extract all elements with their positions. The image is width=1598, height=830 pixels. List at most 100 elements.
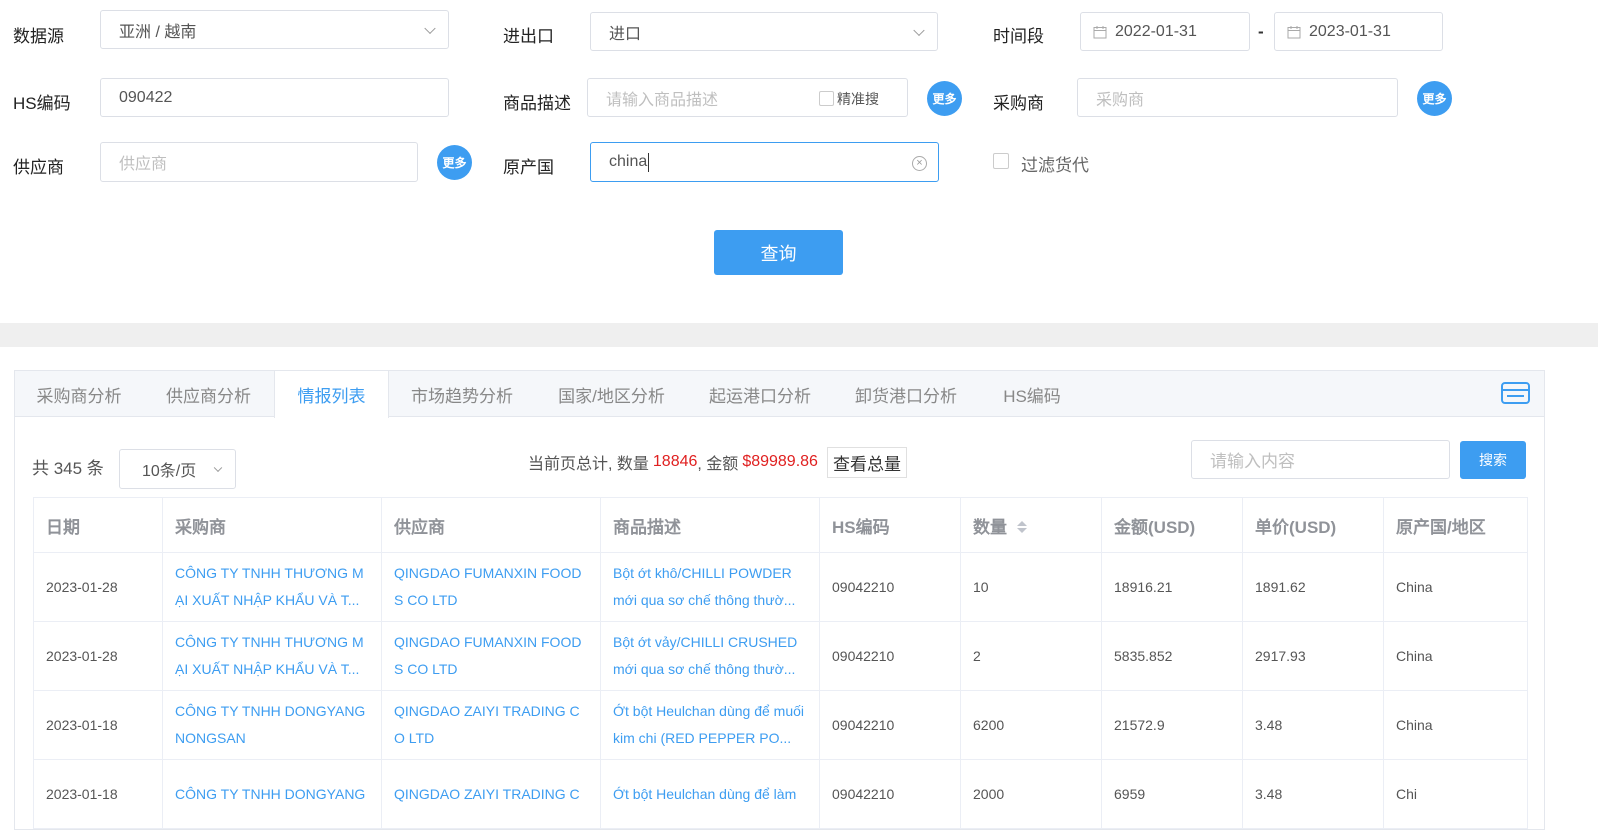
content-search-input[interactable]: 请输入内容 (1191, 440, 1450, 479)
content-search-placeholder: 请输入内容 (1210, 452, 1295, 471)
goods-desc-placeholder: 请输入商品描述 (606, 91, 719, 109)
table-header: 日期 采购商 供应商 商品描述 HS编码 数量 金额(USD) 单价(USD) … (33, 497, 1528, 553)
cell-buyer-text[interactable]: CÔNG TY TNHH THƯƠNG MẠI XUẤT NHẬP KHẨU V… (175, 629, 369, 683)
cell-date: 2023-01-28 (33, 552, 163, 622)
page-summary: 当前页总计, 数量 18846 , 金额 $89989.86 查看总量 (528, 446, 907, 478)
goods-desc-input[interactable]: 请输入商品描述 精准搜 (587, 78, 908, 117)
cell-description[interactable]: Ớt bột Heulchan dùng để làm (600, 759, 820, 829)
col-origin: 原产国/地区 (1383, 497, 1528, 553)
cell-origin: Chi (1383, 759, 1528, 829)
cell-buyer[interactable]: CÔNG TY TNHH THƯƠNG MẠI XUẤT NHẬP KHẨU V… (162, 552, 382, 622)
hs-code-input[interactable]: 090422 (100, 78, 449, 117)
cell-buyer[interactable]: CÔNG TY TNHH DONGYANG (162, 759, 382, 829)
tab-departure-port[interactable]: 起运港口分析 (688, 371, 832, 417)
origin-input[interactable]: china × (590, 142, 939, 182)
cell-supplier-text[interactable]: QINGDAO ZAIYI TRADING CO LTD (394, 698, 588, 752)
cell-origin: China (1383, 690, 1528, 760)
cell-amount: 5835.852 (1101, 621, 1243, 691)
supplier-placeholder: 供应商 (119, 156, 168, 173)
exact-search-checkbox[interactable] (819, 91, 834, 106)
section-divider (0, 323, 1598, 347)
cell-description[interactable]: Ớt bột Heulchan dùng để muối kim chi (RE… (600, 690, 820, 760)
tab-country-analysis[interactable]: 国家/地区分析 (535, 371, 688, 417)
cell-buyer-text[interactable]: CÔNG TY TNHH DONGYANG NONGSAN (175, 698, 369, 752)
cell-buyer-text[interactable]: CÔNG TY TNHH DONGYANG (175, 781, 369, 808)
cell-hs-code: 09042210 (819, 621, 961, 691)
cell-quantity: 10 (960, 552, 1102, 622)
results-table: 日期 采购商 供应商 商品描述 HS编码 数量 金额(USD) 单价(USD) … (33, 497, 1528, 829)
cell-buyer-text[interactable]: CÔNG TY TNHH THƯƠNG MẠI XUẤT NHẬP KHẨU V… (175, 560, 369, 614)
chevron-down-icon (913, 24, 925, 36)
cell-unit-price: 3.48 (1242, 759, 1384, 829)
goods-desc-more-button[interactable]: 更多 (927, 81, 962, 116)
origin-label: 原产国 (503, 158, 554, 177)
cell-origin: China (1383, 621, 1528, 691)
col-description: 商品描述 (600, 497, 820, 553)
cell-date: 2023-01-28 (33, 621, 163, 691)
period-label: 时间段 (993, 27, 1044, 46)
end-date-input[interactable]: 2023-01-31 (1274, 12, 1443, 51)
col-quantity[interactable]: 数量 (960, 497, 1102, 553)
cell-supplier-text[interactable]: QINGDAO FUMANXIN FOODS CO LTD (394, 560, 588, 614)
cell-description-text[interactable]: Ớt bột Heulchan dùng để muối kim chi (RE… (613, 698, 807, 752)
date-separator: - (1258, 22, 1264, 41)
cell-hs-code: 09042210 (819, 759, 961, 829)
col-quantity-label: 数量 (973, 517, 1007, 537)
buyer-input[interactable]: 采购商 (1077, 78, 1398, 117)
sort-icon[interactable] (1016, 520, 1028, 534)
supplier-label: 供应商 (13, 158, 64, 177)
cell-description-text[interactable]: Ớt bột Heulchan dùng để làm (613, 781, 807, 808)
cell-description-text[interactable]: Bột ớt khô/CHILLI POWDER mới qua sơ chế … (613, 560, 807, 614)
col-amount: 金额(USD) (1101, 497, 1243, 553)
tab-hs-code[interactable]: HS编码 (980, 371, 1084, 417)
cell-description[interactable]: Bột ớt vảy/CHILLI CRUSHED mới qua sơ chế… (600, 621, 820, 691)
tab-supplier-analysis[interactable]: 供应商分析 (143, 371, 274, 417)
tab-market-trend[interactable]: 市场趋势分析 (389, 371, 535, 417)
supplier-input[interactable]: 供应商 (100, 142, 418, 182)
cell-quantity: 6200 (960, 690, 1102, 760)
cell-description-text[interactable]: Bột ớt vảy/CHILLI CRUSHED mới qua sơ chế… (613, 629, 807, 683)
supplier-more-button[interactable]: 更多 (437, 145, 472, 180)
search-button[interactable]: 搜索 (1460, 441, 1526, 479)
cell-unit-price: 1891.62 (1242, 552, 1384, 622)
page-amount: $89989.86 (742, 453, 818, 470)
cell-unit-price: 2917.93 (1242, 621, 1384, 691)
cell-supplier[interactable]: QINGDAO FUMANXIN FOODS CO LTD (381, 552, 601, 622)
cell-supplier[interactable]: QINGDAO ZAIYI TRADING CO LTD (381, 690, 601, 760)
page-total-prefix: 当前页总计, 数量 (528, 456, 649, 473)
buyer-more-button[interactable]: 更多 (1417, 81, 1452, 116)
import-export-select[interactable]: 进口 (590, 12, 938, 51)
datasource-label: 数据源 (13, 27, 64, 46)
clear-icon[interactable]: × (912, 156, 927, 171)
cell-description[interactable]: Bột ớt khô/CHILLI POWDER mới qua sơ chế … (600, 552, 820, 622)
cell-supplier[interactable]: QINGDAO ZAIYI TRADING C (381, 759, 601, 829)
cell-supplier-text[interactable]: QINGDAO FUMANXIN FOODS CO LTD (394, 629, 588, 683)
page-size-select[interactable]: 10条/页 (119, 449, 236, 489)
filter-forwarder-checkbox[interactable] (993, 153, 1009, 169)
tab-bar: 采购商分析 供应商分析 情报列表 市场趋势分析 国家/地区分析 起运港口分析 卸… (15, 371, 1544, 418)
datasource-select[interactable]: 亚洲 / 越南 (100, 10, 449, 49)
cell-supplier[interactable]: QINGDAO FUMANXIN FOODS CO LTD (381, 621, 601, 691)
tab-intel-list[interactable]: 情报列表 (274, 371, 389, 418)
buyer-label: 采购商 (993, 94, 1044, 113)
end-date-value: 2023-01-31 (1309, 22, 1391, 40)
amount-prefix: , 金额 (697, 456, 739, 473)
col-buyer: 采购商 (162, 497, 382, 553)
cell-unit-price: 3.48 (1242, 690, 1384, 760)
text-cursor (648, 152, 650, 172)
cell-buyer[interactable]: CÔNG TY TNHH DONGYANG NONGSAN (162, 690, 382, 760)
table-row: 2023-01-18 CÔNG TY TNHH DONGYANG NONGSAN… (33, 690, 1528, 760)
tab-arrival-port[interactable]: 卸货港口分析 (832, 371, 980, 417)
tab-buyer-analysis[interactable]: 采购商分析 (15, 371, 143, 417)
start-date-input[interactable]: 2022-01-31 (1080, 12, 1250, 51)
cell-amount: 18916.21 (1101, 552, 1243, 622)
filter-forwarder-label: 过滤货代 (1021, 156, 1089, 175)
calendar-icon (1287, 25, 1301, 38)
cell-buyer[interactable]: CÔNG TY TNHH THƯƠNG MẠI XUẤT NHẬP KHẨU V… (162, 621, 382, 691)
view-total-button[interactable]: 查看总量 (826, 446, 907, 478)
cell-supplier-text[interactable]: QINGDAO ZAIYI TRADING C (394, 781, 588, 808)
cell-quantity: 2 (960, 621, 1102, 691)
hs-code-value: 090422 (119, 88, 173, 106)
query-button[interactable]: 查询 (714, 230, 843, 275)
export-icon[interactable] (1501, 381, 1530, 405)
